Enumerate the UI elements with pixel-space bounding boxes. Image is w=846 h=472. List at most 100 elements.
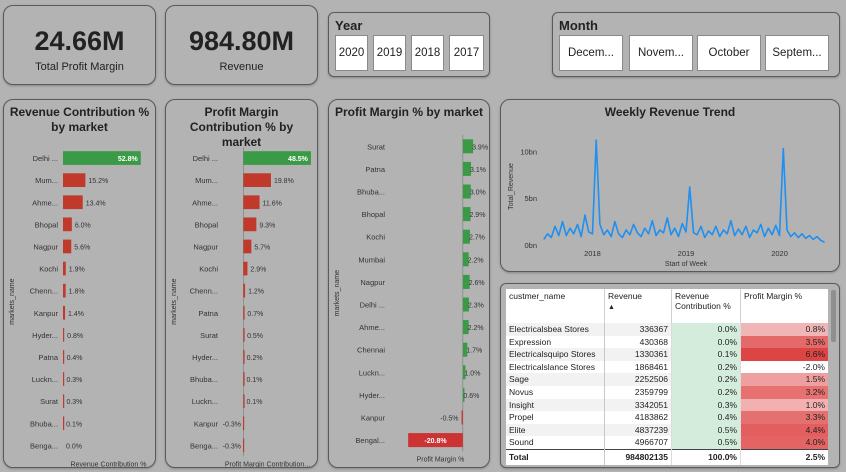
year-option-2020[interactable]: 2020 <box>335 35 368 71</box>
contribution-cell: 0.0% <box>671 323 741 336</box>
data-label: 0.1% <box>247 399 263 406</box>
bar[interactable] <box>243 217 257 232</box>
bar[interactable] <box>63 195 83 210</box>
bar[interactable] <box>63 305 66 320</box>
profit-margin-chart: Profit Margin % by market markets_name Pr… <box>328 99 490 468</box>
y-axis-title: markets_name <box>9 278 16 324</box>
bar[interactable] <box>63 239 72 254</box>
table-row[interactable]: Electricalsbea Stores 336367 0.0% 0.8% <box>506 323 828 336</box>
table-scrollbar[interactable] <box>831 290 836 342</box>
table-row[interactable]: Expression 430368 0.0% 3.5% <box>506 335 828 349</box>
revenue-cell: 4966707 <box>604 436 672 450</box>
year-option-2019[interactable]: 2019 <box>373 35 406 71</box>
y-tick-label: 10bn <box>520 147 537 156</box>
table-row[interactable]: Elite 4837239 0.5% 4.4% <box>506 423 828 437</box>
category-label: Kanpur <box>194 419 219 428</box>
category-label: Benga... <box>190 441 218 450</box>
profit-margin-cell: -2.0% <box>740 360 828 374</box>
kpi-value: 24.66M <box>34 26 125 56</box>
contribution-cell: 0.0% <box>671 335 741 349</box>
profit-contribution-chart: Profit Margin Contribution % by market m… <box>165 99 318 468</box>
customer-name-cell: Elite <box>506 423 605 437</box>
sort-ascending-icon[interactable]: ▲ <box>608 304 615 311</box>
category-label: Luckn... <box>32 375 58 384</box>
bar[interactable] <box>63 217 72 232</box>
bar[interactable] <box>243 372 245 386</box>
data-label: 1.8% <box>69 289 85 296</box>
bar[interactable] <box>243 195 260 210</box>
table-row[interactable]: Electricalslance Stores 1868461 0.2% -2.0% <box>506 360 828 374</box>
bar[interactable] <box>63 372 65 386</box>
month-option-october[interactable]: October <box>697 35 761 71</box>
data-label: 0.8% <box>67 333 83 340</box>
customer-table: custmer_name Revenue ▲ Revenue Contributi… <box>506 289 828 465</box>
data-label: 0.2% <box>247 355 263 362</box>
revenue-series-line[interactable] <box>543 139 825 243</box>
year-option-2018[interactable]: 2018 <box>411 35 444 71</box>
bar[interactable] <box>461 410 463 425</box>
contribution-cell: 0.1% <box>671 348 741 361</box>
data-label: 0.1% <box>247 377 263 384</box>
category-label: Surat <box>367 142 386 151</box>
data-label: 19.8% <box>274 178 294 185</box>
bar[interactable] <box>243 239 252 254</box>
customer-name-cell: Propel <box>506 411 605 424</box>
revenue-cell: 1868461 <box>604 360 672 374</box>
bar[interactable] <box>243 305 245 320</box>
data-label: 0.0% <box>66 443 82 450</box>
bar[interactable] <box>242 438 245 453</box>
bar[interactable] <box>63 283 66 298</box>
month-option-november[interactable]: Novem... <box>629 35 693 71</box>
x-tick-label: 2019 <box>678 249 695 258</box>
x-axis-title: Start of Week <box>665 261 708 268</box>
bar[interactable] <box>243 261 248 276</box>
customer-table-card: custmer_name Revenue ▲ Revenue Contributi… <box>500 283 840 468</box>
column-header-profit-margin[interactable]: Profit Margin % <box>740 289 828 323</box>
bar[interactable] <box>243 327 245 342</box>
column-header-customer[interactable]: custmer_name <box>506 289 605 323</box>
bar[interactable] <box>63 173 86 188</box>
month-option-december[interactable]: Decem... <box>559 35 623 71</box>
bar[interactable] <box>63 350 65 364</box>
profit-contribution-plot[interactable]: markets_name Profit Margin Contribution..… <box>166 100 317 467</box>
x-tick-label: 2020 <box>771 249 788 258</box>
bar[interactable] <box>243 350 245 364</box>
bar[interactable] <box>242 416 245 431</box>
table-row[interactable]: Electricalsquipo Stores 1330361 0.1% 6.6% <box>506 348 828 361</box>
bar[interactable] <box>243 283 246 298</box>
profit-margin-plot[interactable]: markets_name Profit Margin % Surat 3.9% Patn… <box>329 100 489 467</box>
customer-name-cell: Electricalsquipo Stores <box>506 348 605 361</box>
column-header-revenue[interactable]: Revenue ▲ <box>604 289 672 323</box>
data-label: 9.3% <box>259 222 275 229</box>
bar[interactable] <box>63 416 65 431</box>
table-row[interactable]: Sound 4966707 0.5% 4.0% <box>506 436 828 450</box>
category-label: Kochi <box>366 233 385 242</box>
category-label: Ahme... <box>359 323 385 332</box>
y-axis-title: markets_name <box>334 270 341 316</box>
bar[interactable] <box>63 261 66 276</box>
category-label: Bengal... <box>355 436 385 445</box>
category-label: Mum... <box>195 176 218 185</box>
data-label: -20.8% <box>424 438 447 445</box>
table-row[interactable]: Sage 2252506 0.2% 1.5% <box>506 373 828 386</box>
data-label: -0.5% <box>440 416 458 423</box>
bar[interactable] <box>243 394 245 409</box>
bar[interactable] <box>63 394 65 409</box>
table-row[interactable]: Insight 3342051 0.3% 1.0% <box>506 398 828 412</box>
table-row[interactable]: Novus 2359799 0.2% 3.2% <box>506 385 828 399</box>
weekly-revenue-plot[interactable]: 0bn 5bn 10bn 2018 2019 2020 Start of Week Total… <box>501 100 839 271</box>
category-label: Delhi ... <box>193 154 218 163</box>
total-revenue-cell: 984802135 <box>604 448 672 465</box>
category-label: Luckn... <box>192 397 218 406</box>
customer-name-cell: Electricalsbea Stores <box>506 323 605 336</box>
revenue-contribution-plot[interactable]: markets_name Revenue Contribution % Delhi … <box>4 100 155 467</box>
kpi-value: 984.80M <box>188 26 295 56</box>
table-row[interactable]: Propel 4183862 0.4% 3.3% <box>506 411 828 424</box>
month-option-september[interactable]: Septem... <box>765 35 829 71</box>
year-option-2017[interactable]: 2017 <box>449 35 484 71</box>
bar[interactable] <box>243 173 271 188</box>
bar[interactable] <box>63 327 65 342</box>
category-label: Benga... <box>30 441 58 450</box>
year-slicer-title: Year <box>335 18 363 33</box>
column-header-contribution[interactable]: Revenue Contribution % <box>671 289 741 323</box>
